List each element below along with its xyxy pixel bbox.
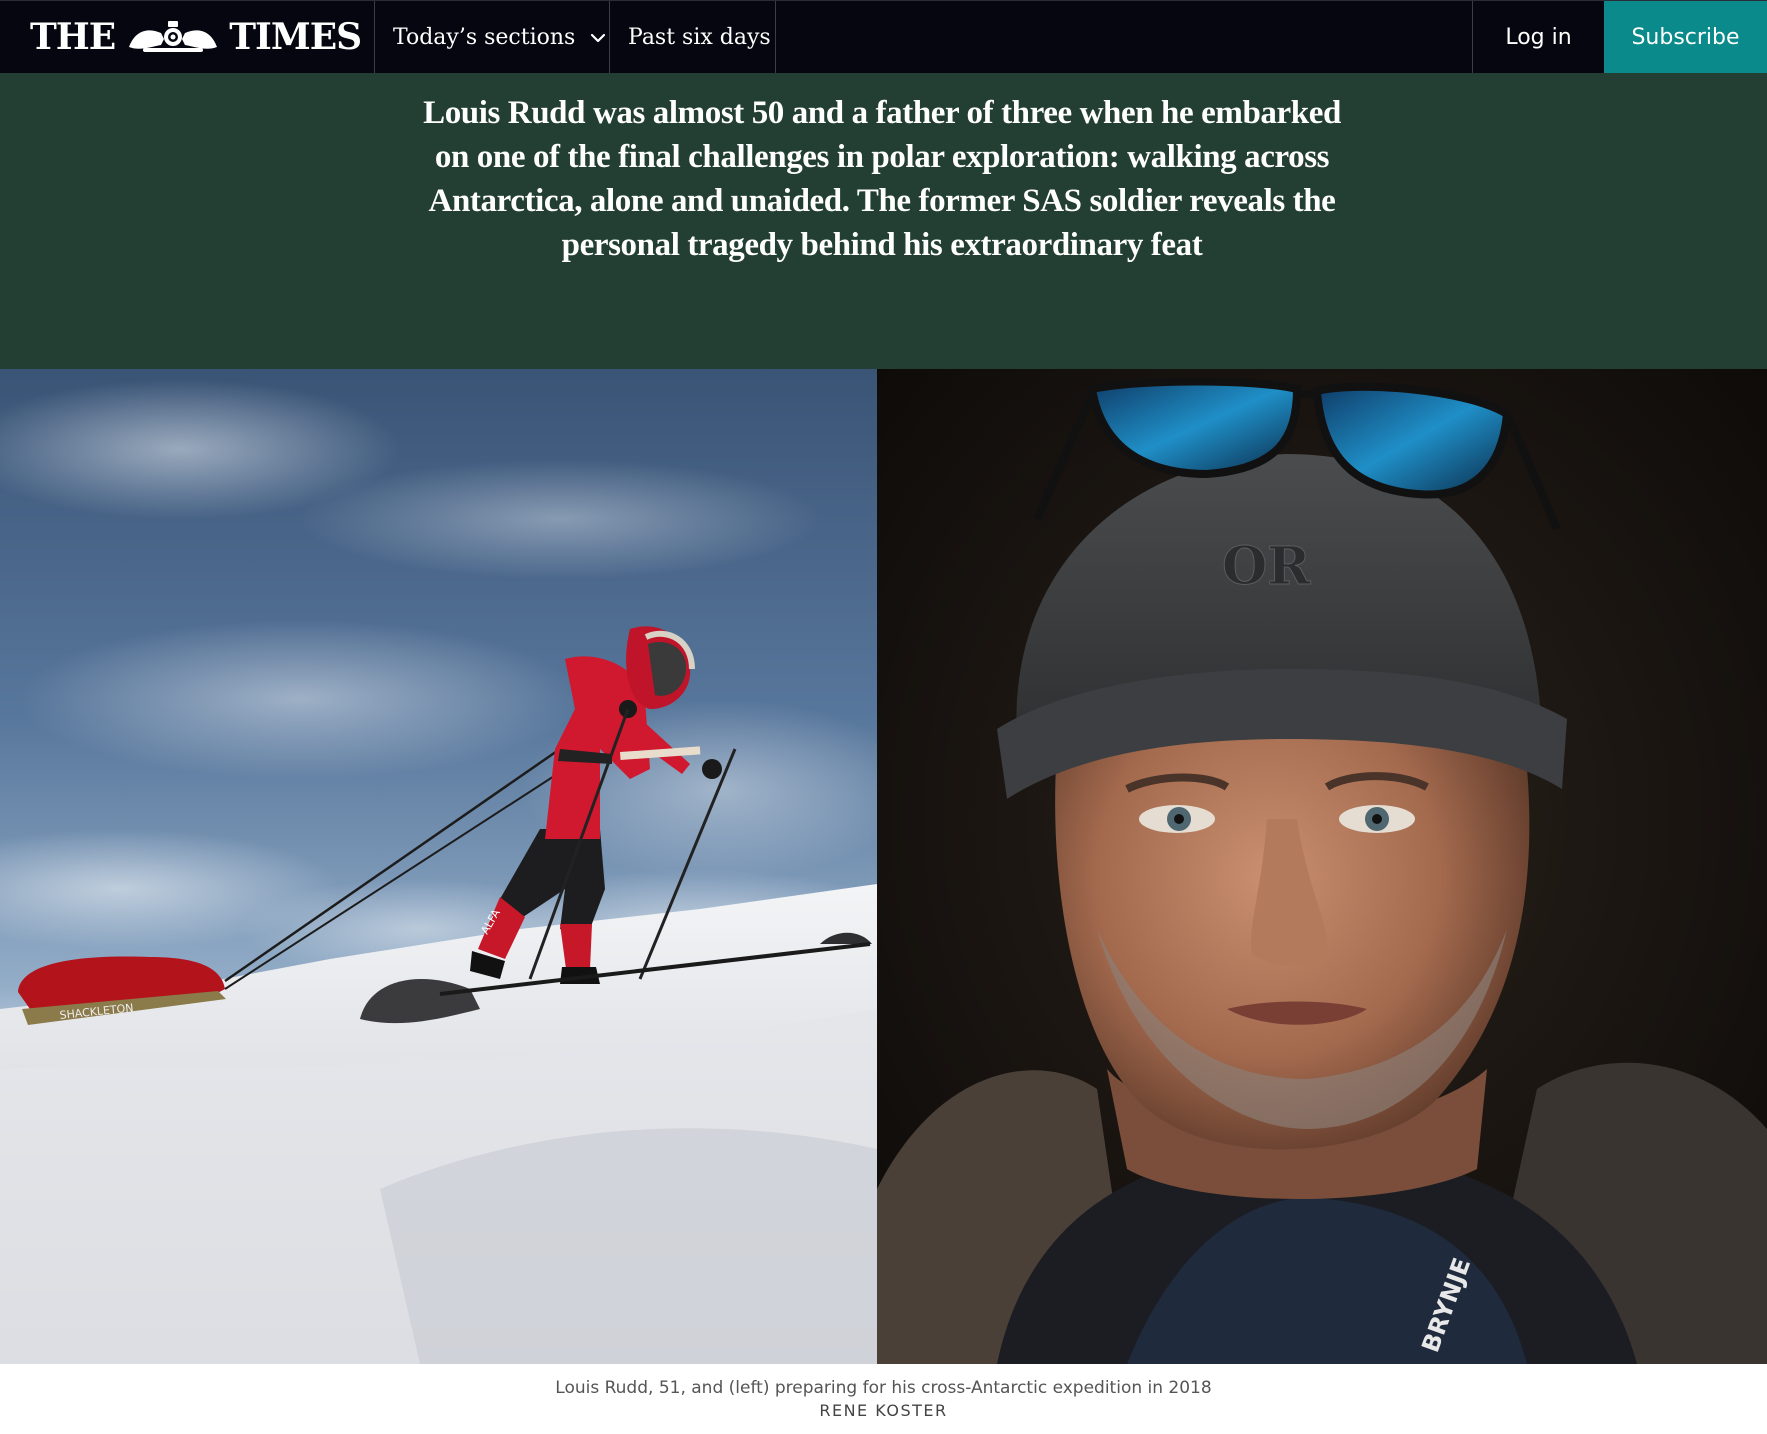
portrait-photo: BRYNJE OR: [877, 369, 1767, 1364]
royal-crest-icon: [129, 21, 218, 52]
article-standfirst: Louis Rudd was almost 50 and a father of…: [423, 95, 1341, 263]
times-masthead-logo[interactable]: THE TIMES: [30, 15, 370, 59]
chevron-down-icon: [591, 33, 606, 42]
nav-divider: [775, 1, 776, 74]
nav-divider: [609, 1, 610, 74]
expedition-scene: SHACKLETON ALFA: [0, 369, 877, 1364]
photo-caption: Louis Rudd, 51, and (left) preparing for…: [0, 1376, 1767, 1422]
svg-text:OR: OR: [1222, 536, 1311, 597]
past-six-days-link[interactable]: Past six days: [628, 1, 771, 74]
todays-sections-label: Today’s sections: [393, 25, 576, 50]
masthead-times: TIMES: [229, 16, 362, 58]
todays-sections-menu[interactable]: Today’s sections: [393, 1, 607, 74]
nav-divider: [374, 1, 375, 74]
login-button[interactable]: Log in: [1473, 1, 1604, 74]
top-navigation-bar: THE TIMES Today’s sections Past six days…: [0, 0, 1767, 74]
subscribe-button[interactable]: Subscribe: [1604, 1, 1767, 74]
portrait-scene: BRYNJE OR: [877, 369, 1767, 1364]
past-six-days-label: Past six days: [628, 25, 771, 50]
masthead-the: THE: [30, 16, 116, 58]
caption-text: Louis Rudd, 51, and (left) preparing for…: [555, 1378, 1212, 1398]
photo-credit: RENE KOSTER: [819, 1401, 948, 1420]
standfirst-band: Louis Rudd was almost 50 and a father of…: [0, 73, 1767, 369]
expedition-photo: SHACKLETON ALFA: [0, 369, 877, 1364]
